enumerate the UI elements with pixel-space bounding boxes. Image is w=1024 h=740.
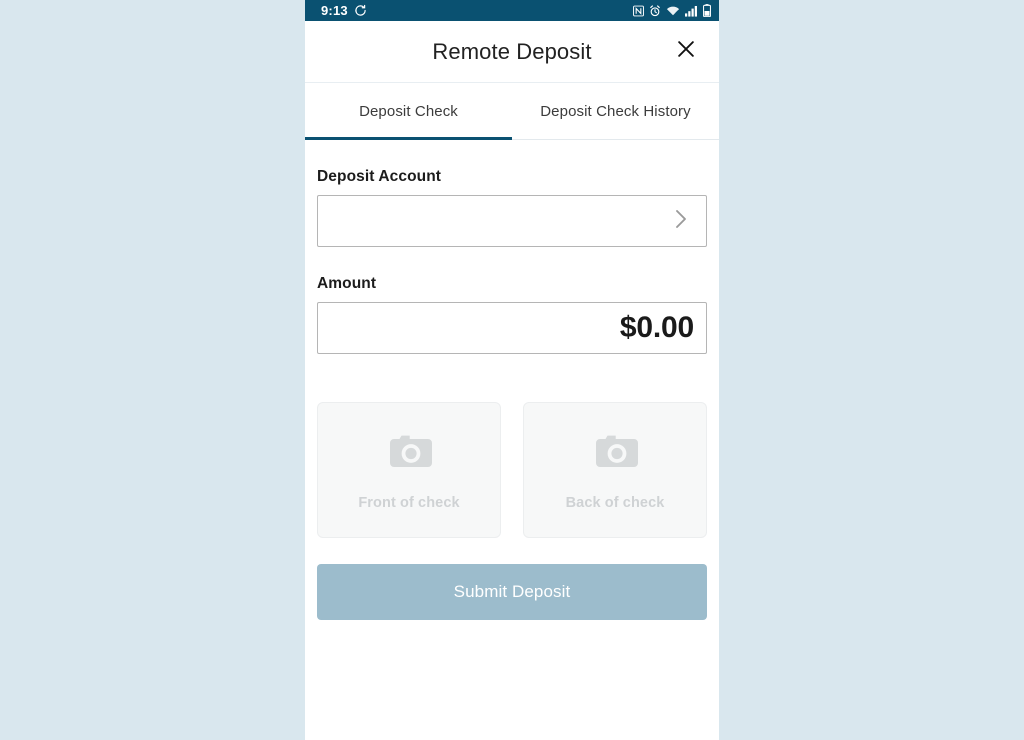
tab-deposit-check-history[interactable]: Deposit Check History xyxy=(512,83,719,139)
front-of-check-label: Front of check xyxy=(358,494,460,511)
deposit-account-label: Deposit Account xyxy=(317,168,442,185)
amount-label: Amount xyxy=(317,275,377,292)
status-bar-left: 9:13 xyxy=(321,4,367,17)
tab-deposit-check-label: Deposit Check xyxy=(359,102,458,120)
deposit-form: Deposit Account Amount $0.00 Front of ch… xyxy=(305,168,719,620)
check-capture-row: Front of check Back of check xyxy=(317,402,707,538)
front-of-check-capture[interactable]: Front of check xyxy=(317,402,501,538)
signal-icon xyxy=(685,5,698,17)
amount-input[interactable]: $0.00 xyxy=(317,302,707,354)
tab-deposit-check-history-label: Deposit Check History xyxy=(540,102,691,120)
app-header: Remote Deposit xyxy=(305,21,719,83)
status-bar: 9:13 xyxy=(305,0,719,21)
nfc-icon xyxy=(633,5,644,17)
chevron-right-icon xyxy=(670,204,692,239)
submit-deposit-button[interactable]: Submit Deposit xyxy=(317,564,707,620)
tab-bar: Deposit Check Deposit Check History xyxy=(305,83,719,140)
alarm-icon xyxy=(649,4,661,17)
camera-icon xyxy=(587,430,643,479)
sync-icon xyxy=(354,4,367,17)
deposit-account-select[interactable] xyxy=(317,195,707,247)
back-of-check-label: Back of check xyxy=(565,494,665,511)
close-button[interactable] xyxy=(669,35,703,69)
tab-deposit-check[interactable]: Deposit Check xyxy=(305,83,512,140)
phone-viewport: 9:13 Remote Deposit Deposit Check Deposi… xyxy=(305,0,719,740)
wifi-icon xyxy=(666,5,680,17)
status-time: 9:13 xyxy=(321,3,348,18)
status-bar-right xyxy=(633,4,711,17)
close-icon xyxy=(675,38,697,65)
camera-icon xyxy=(381,430,437,479)
battery-icon xyxy=(703,4,711,17)
page-title: Remote Deposit xyxy=(432,38,592,64)
amount-value: $0.00 xyxy=(619,311,694,344)
back-of-check-capture[interactable]: Back of check xyxy=(523,402,707,538)
